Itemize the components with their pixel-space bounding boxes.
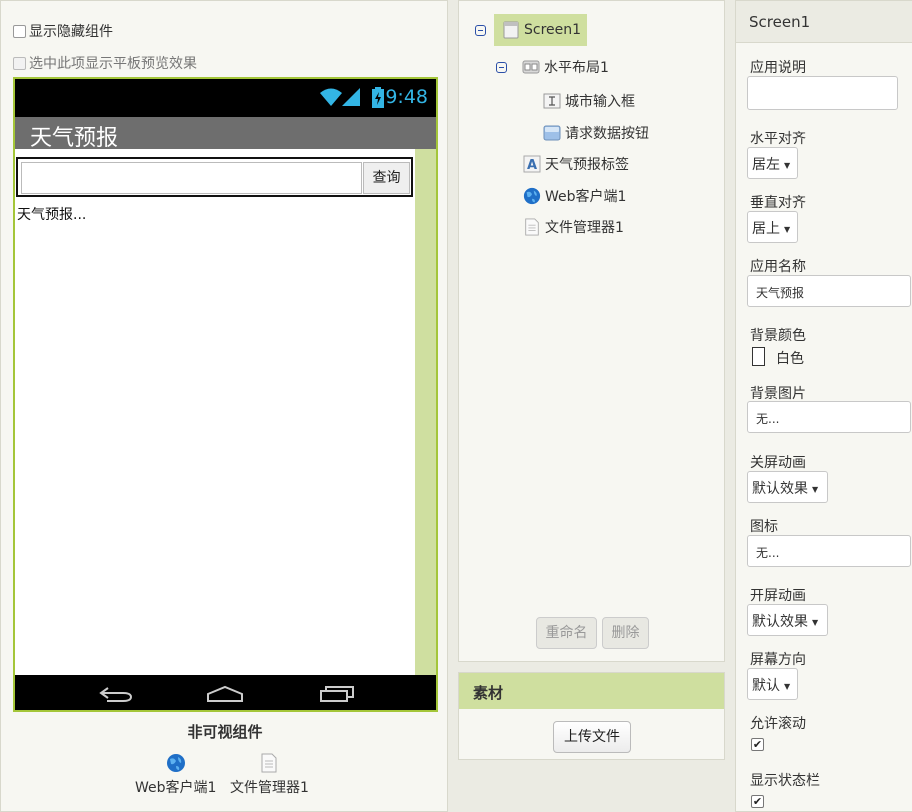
- about-screen-textarea[interactable]: [747, 76, 898, 110]
- about-screen-label: 应用说明: [750, 60, 806, 76]
- bg-color-value[interactable]: 白色: [776, 348, 804, 368]
- textbox-icon: [543, 93, 561, 109]
- upload-file-button[interactable]: 上传文件: [553, 721, 631, 753]
- app-title: 天气预报: [30, 126, 119, 151]
- tree-node-label: 天气预报标签: [545, 157, 629, 173]
- show-hidden-components-checkbox[interactable]: 显示隐藏组件: [13, 21, 113, 41]
- dropdown-caret-icon: ▼: [784, 160, 791, 170]
- open-anim-select[interactable]: 默认效果 ▼: [747, 604, 828, 636]
- open-anim-value: 默认效果: [752, 614, 808, 630]
- properties-header: Screen1: [736, 1, 912, 43]
- align-horizontal-select[interactable]: 居左 ▼: [747, 147, 798, 179]
- phone-nav-bar: [15, 675, 436, 710]
- tablet-preview-checkbox[interactable]: 选中此项显示平板预览效果: [13, 53, 197, 73]
- tree-node-request-button[interactable]: 请求数据按钮: [543, 123, 649, 143]
- close-anim-select[interactable]: 默认效果 ▼: [747, 471, 828, 503]
- bg-image-picker[interactable]: 无...: [747, 401, 911, 433]
- tree-node-screen1[interactable]: Screen1: [494, 14, 588, 46]
- show-statusbar-label: 显示状态栏: [750, 773, 820, 789]
- phone-status-bar: 9:48: [15, 79, 436, 117]
- collapse-screen-toggle[interactable]: [475, 25, 486, 36]
- orientation-label: 屏幕方向: [750, 652, 806, 668]
- wifi-icon: [320, 88, 342, 106]
- home-icon: [207, 685, 243, 702]
- weather-label[interactable]: 天气预报...: [17, 204, 86, 224]
- media-panel: 素材 上传文件: [458, 672, 725, 760]
- tree-node-label: 水平布局1: [544, 60, 609, 76]
- align-vertical-value: 居上: [752, 221, 780, 237]
- scrollable-checkbox[interactable]: ✔: [751, 738, 764, 751]
- viewer-panel: 显示隐藏组件 选中此项显示平板预览效果 9:48 天气预报 查询 天气预报...…: [0, 0, 448, 812]
- checkbox-box[interactable]: [13, 24, 26, 38]
- app-title-bar: 天气预报: [15, 117, 436, 151]
- nonvisible-web-label: Web客户端1: [135, 780, 217, 796]
- back-icon: [99, 687, 133, 702]
- media-header: 素材: [459, 673, 724, 709]
- tree-node-label: 请求数据按钮: [565, 126, 649, 142]
- nonvisible-components-title: 非可视组件: [187, 723, 263, 741]
- tree-node-label: Web客户端1: [545, 189, 627, 205]
- recent-apps-icon: [320, 686, 354, 702]
- nonvisible-file-label: 文件管理器1: [230, 780, 309, 796]
- battery-icon: [372, 87, 384, 108]
- tree-node-label: 文件管理器1: [545, 220, 624, 236]
- scrollbar-track[interactable]: [415, 149, 436, 676]
- horizontal-arrangement-icon: [522, 60, 540, 74]
- horizontal-arrangement[interactable]: 查询: [16, 157, 413, 197]
- collapse-arrangement-toggle[interactable]: [496, 62, 507, 73]
- scrollable-label: 允许滚动: [750, 716, 806, 732]
- tree-node-web-client[interactable]: Web客户端1: [523, 186, 626, 206]
- dropdown-caret-icon: ▼: [784, 681, 791, 691]
- phone-preview: 9:48 天气预报 查询 天气预报...: [13, 77, 438, 712]
- button-icon: [543, 125, 561, 141]
- open-anim-label: 开屏动画: [750, 588, 806, 604]
- dropdown-caret-icon: ▼: [812, 484, 819, 494]
- rename-button[interactable]: 重命名: [536, 617, 597, 649]
- components-panel: Screen1 水平布局1 城市输入框 请求数据按钮 A 天气预报标签 Web客…: [458, 0, 725, 662]
- tree-node-label: 城市输入框: [565, 94, 635, 110]
- file-icon: [525, 218, 539, 236]
- close-anim-label: 关屏动画: [750, 455, 806, 471]
- delete-button[interactable]: 删除: [602, 617, 649, 649]
- tree-node-file-manager[interactable]: 文件管理器1: [523, 217, 624, 237]
- show-statusbar-checkbox[interactable]: ✔: [751, 795, 764, 808]
- bg-color-swatch[interactable]: [752, 347, 765, 366]
- label-icon: A: [523, 155, 541, 173]
- tree-node-horizontal-arrangement[interactable]: 水平布局1: [522, 57, 609, 77]
- query-button[interactable]: 查询: [363, 162, 410, 194]
- align-horizontal-label: 水平对齐: [750, 131, 806, 147]
- web-icon: [523, 187, 541, 205]
- tree-node-label: Screen1: [524, 22, 582, 38]
- show-hidden-label: 显示隐藏组件: [29, 24, 113, 40]
- city-input[interactable]: [21, 162, 362, 194]
- nonvisible-web-component[interactable]: Web客户端1: [135, 753, 216, 797]
- app-name-input[interactable]: 天气预报: [747, 275, 911, 307]
- orientation-value: 默认: [752, 678, 780, 694]
- nonvisible-file-component[interactable]: 文件管理器1: [230, 753, 309, 797]
- properties-panel: Screen1 应用说明 水平对齐 居左 ▼ 垂直对齐 居上 ▼ 应用名称 天气预报…: [735, 0, 912, 812]
- tablet-preview-label: 选中此项显示平板预览效果: [29, 56, 197, 72]
- web-icon: [166, 754, 185, 772]
- orientation-select[interactable]: 默认 ▼: [747, 668, 798, 700]
- dropdown-caret-icon: ▼: [812, 617, 819, 627]
- signal-icon: [342, 88, 360, 106]
- dropdown-caret-icon: ▼: [784, 224, 791, 234]
- align-horizontal-value: 居左: [752, 157, 780, 173]
- tree-node-weather-label[interactable]: A 天气预报标签: [523, 154, 629, 174]
- bg-color-label: 背景颜色: [750, 328, 806, 344]
- checkbox-box[interactable]: [13, 56, 26, 70]
- svg-text:A: A: [527, 158, 537, 173]
- align-vertical-label: 垂直对齐: [750, 195, 806, 211]
- icon-picker[interactable]: 无...: [747, 535, 911, 567]
- icon-label: 图标: [750, 519, 778, 535]
- screen-icon: [503, 21, 519, 39]
- tree-node-city-input[interactable]: 城市输入框: [543, 91, 635, 111]
- app-name-label: 应用名称: [750, 259, 806, 275]
- bg-image-label: 背景图片: [750, 386, 806, 402]
- close-anim-value: 默认效果: [752, 481, 808, 497]
- align-vertical-select[interactable]: 居上 ▼: [747, 211, 798, 243]
- file-icon: [261, 753, 277, 773]
- status-time: 9:48: [385, 86, 428, 108]
